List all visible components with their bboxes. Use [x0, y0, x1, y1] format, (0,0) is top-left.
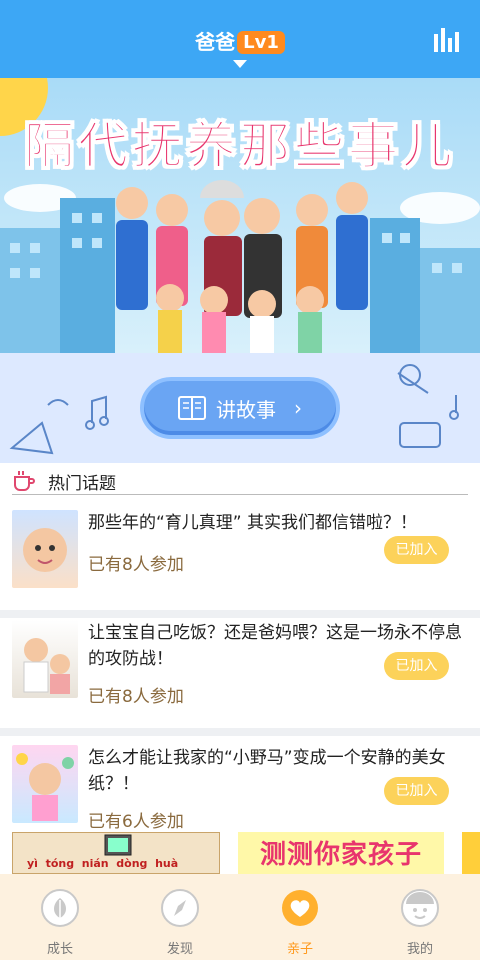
- chevron-right-icon: ›: [294, 396, 302, 420]
- participant-count: 已有8人参加: [88, 555, 184, 575]
- hero-banner[interactable]: 隔代抚养那些事儿: [0, 78, 480, 353]
- top-bar: 爸爸 Lv1: [0, 0, 480, 78]
- participant-count: 已有8人参加: [88, 687, 184, 707]
- promo-card-children-animation[interactable]: yì tóng nián dòng huà: [12, 832, 220, 874]
- story-section: 讲故事 ›: [0, 353, 480, 463]
- story-button-label: 讲故事: [216, 397, 276, 422]
- promo-title: 测测你家孩子: [259, 840, 422, 870]
- leaf-icon: [41, 889, 79, 927]
- topic-title: 那些年的“育儿真理” 其实我们都信错啦？！: [88, 513, 418, 533]
- participant-count: 已有6人参加: [88, 812, 184, 832]
- promo-card-quiz[interactable]: 测测你家孩子: [238, 832, 444, 874]
- compass-icon: [161, 889, 199, 927]
- joined-button[interactable]: 已加入: [384, 536, 449, 564]
- topic-item[interactable]: 让宝宝自己吃饭？还是爸妈喂？这是一场永不停息的攻防战！ 已有8人参加 已加入: [0, 620, 480, 720]
- tab-label: 发现: [166, 942, 193, 957]
- hot-topics-heading: 热门话题: [48, 474, 116, 494]
- tab-label: 我的: [406, 942, 433, 957]
- topic-item[interactable]: 那些年的“育儿真理” 其实我们都信错啦？！ 已有8人参加 已加入: [0, 510, 480, 604]
- topic-thumbnail: [12, 510, 78, 588]
- divider: [12, 494, 468, 495]
- joined-button[interactable]: 已加入: [384, 777, 449, 805]
- divider: [0, 728, 480, 736]
- joined-button[interactable]: 已加入: [384, 652, 449, 680]
- tab-label: 亲子: [286, 942, 313, 957]
- hot-topics-header: 热门话题: [0, 463, 480, 495]
- topic-thumbnail: [12, 620, 78, 698]
- promo-pinyin: yì tóng nián dòng huà: [27, 857, 179, 870]
- divider: [0, 610, 480, 618]
- face-icon: [401, 889, 439, 927]
- promo-card-partial[interactable]: [462, 832, 480, 874]
- topic-thumbnail: [12, 745, 78, 823]
- book-icon: [178, 396, 206, 420]
- tab-parenting[interactable]: 亲子: [240, 888, 360, 957]
- level-badge: Lv1: [237, 31, 285, 54]
- dropdown-caret-icon[interactable]: [233, 60, 247, 68]
- user-role-label: 爸爸: [195, 30, 236, 54]
- tab-growth[interactable]: 成长: [0, 888, 120, 957]
- tab-mine[interactable]: 我的: [360, 888, 480, 957]
- topic-item[interactable]: 怎么才能让我家的“小野马”变成一个安静的美女纸？！ 已有6人参加 已加入: [0, 745, 480, 832]
- user-level-switcher[interactable]: 爸爸 Lv1: [0, 26, 480, 55]
- tab-label: 成长: [46, 942, 73, 957]
- story-button[interactable]: 讲故事 ›: [140, 377, 340, 439]
- banner-title: 隔代抚养那些事儿: [24, 117, 456, 176]
- bottom-tab-bar: 成长 发现 亲子 我的: [0, 874, 480, 960]
- heart-icon: [282, 890, 318, 926]
- tab-discover[interactable]: 发现: [120, 888, 240, 957]
- cup-icon: [14, 471, 35, 491]
- stats-icon[interactable]: [432, 24, 462, 54]
